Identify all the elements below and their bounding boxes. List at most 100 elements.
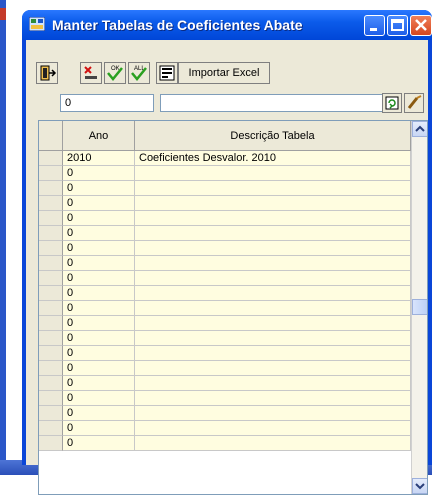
row-indicator[interactable] [39, 331, 63, 346]
coefficient-tables-grid[interactable]: Ano Descrição Tabela 2010 Coeficientes De… [38, 120, 428, 495]
table-row[interactable]: 0 [39, 331, 411, 346]
cell-descricao[interactable] [135, 211, 411, 226]
cell-descricao[interactable] [135, 391, 411, 406]
scroll-down-button[interactable] [412, 478, 427, 494]
description-filter-input[interactable] [160, 94, 394, 112]
title-bar[interactable]: Manter Tabelas de Coeficientes Abate [22, 10, 432, 40]
row-indicator[interactable] [39, 421, 63, 436]
cell-descricao[interactable] [135, 331, 411, 346]
table-row[interactable]: 0 [39, 196, 411, 211]
table-row[interactable]: 0 [39, 181, 411, 196]
cell-descricao[interactable] [135, 256, 411, 271]
row-indicator[interactable] [39, 436, 63, 451]
table-row[interactable]: 0 [39, 286, 411, 301]
confirm-all-button[interactable]: ALL [128, 62, 150, 84]
table-row[interactable]: 0 [39, 436, 411, 451]
clear-filter-button[interactable] [404, 93, 424, 113]
cell-descricao[interactable] [135, 361, 411, 376]
vertical-scrollbar[interactable] [411, 121, 427, 494]
cell-descricao[interactable] [135, 421, 411, 436]
cell-descricao[interactable] [135, 166, 411, 181]
row-indicator[interactable] [39, 316, 63, 331]
row-indicator[interactable] [39, 391, 63, 406]
table-row[interactable]: 0 [39, 241, 411, 256]
row-indicator[interactable] [39, 376, 63, 391]
cell-ano[interactable]: 0 [63, 361, 135, 376]
cell-ano[interactable]: 0 [63, 376, 135, 391]
cell-ano[interactable]: 0 [63, 181, 135, 196]
scroll-thumb[interactable] [412, 299, 427, 315]
cell-descricao[interactable] [135, 346, 411, 361]
cell-descricao[interactable] [135, 181, 411, 196]
table-row[interactable]: 0 [39, 406, 411, 421]
table-row[interactable]: 2010 Coeficientes Desvalor. 2010 [39, 151, 411, 166]
table-row[interactable]: 0 [39, 391, 411, 406]
cell-descricao[interactable]: Coeficientes Desvalor. 2010 [135, 151, 411, 166]
column-header-descricao[interactable]: Descrição Tabela [135, 121, 411, 151]
cell-ano[interactable]: 0 [63, 421, 135, 436]
cell-ano[interactable]: 0 [63, 406, 135, 421]
cell-ano[interactable]: 0 [63, 286, 135, 301]
cell-descricao[interactable] [135, 271, 411, 286]
table-row[interactable]: 0 [39, 376, 411, 391]
table-row[interactable]: 0 [39, 256, 411, 271]
cell-ano[interactable]: 0 [63, 196, 135, 211]
cell-ano[interactable]: 0 [63, 211, 135, 226]
cell-descricao[interactable] [135, 286, 411, 301]
cell-ano[interactable]: 2010 [63, 151, 135, 166]
row-indicator[interactable] [39, 196, 63, 211]
confirm-button[interactable]: OK [104, 62, 126, 84]
table-row[interactable]: 0 [39, 211, 411, 226]
table-row[interactable]: 0 [39, 226, 411, 241]
cell-ano[interactable]: 0 [63, 331, 135, 346]
table-row[interactable]: 0 [39, 301, 411, 316]
column-header-ano[interactable]: Ano [63, 121, 135, 151]
table-row[interactable]: 0 [39, 346, 411, 361]
row-indicator[interactable] [39, 241, 63, 256]
cell-descricao[interactable] [135, 301, 411, 316]
cell-descricao[interactable] [135, 196, 411, 211]
table-row[interactable]: 0 [39, 271, 411, 286]
row-indicator[interactable] [39, 346, 63, 361]
cell-descricao[interactable] [135, 226, 411, 241]
row-indicator[interactable] [39, 181, 63, 196]
row-indicator[interactable] [39, 361, 63, 376]
row-indicator[interactable] [39, 211, 63, 226]
maximize-button[interactable] [387, 15, 408, 36]
cell-ano[interactable]: 0 [63, 436, 135, 451]
table-row[interactable]: 0 [39, 421, 411, 436]
row-indicator[interactable] [39, 226, 63, 241]
cell-descricao[interactable] [135, 316, 411, 331]
row-indicator[interactable] [39, 166, 63, 181]
table-row[interactable]: 0 [39, 166, 411, 181]
cell-ano[interactable]: 0 [63, 226, 135, 241]
table-row[interactable]: 0 [39, 361, 411, 376]
cell-ano[interactable]: 0 [63, 271, 135, 286]
row-indicator[interactable] [39, 301, 63, 316]
cell-ano[interactable]: 0 [63, 391, 135, 406]
cell-ano[interactable]: 0 [63, 346, 135, 361]
cell-descricao[interactable] [135, 436, 411, 451]
cell-ano[interactable]: 0 [63, 166, 135, 181]
cell-descricao[interactable] [135, 376, 411, 391]
delete-button[interactable] [80, 62, 102, 84]
close-button[interactable] [410, 15, 432, 36]
cell-ano[interactable]: 0 [63, 256, 135, 271]
refresh-button[interactable] [382, 93, 402, 113]
row-indicator[interactable] [39, 256, 63, 271]
cell-ano[interactable]: 0 [63, 316, 135, 331]
table-row[interactable]: 0 [39, 316, 411, 331]
minimize-button[interactable] [364, 15, 385, 36]
code-filter-input[interactable]: 0 [60, 94, 154, 112]
cell-ano[interactable]: 0 [63, 301, 135, 316]
row-indicator[interactable] [39, 271, 63, 286]
row-indicator[interactable] [39, 406, 63, 421]
scroll-up-button[interactable] [412, 121, 427, 137]
cell-descricao[interactable] [135, 406, 411, 421]
cell-descricao[interactable] [135, 241, 411, 256]
row-indicator[interactable] [39, 151, 63, 166]
cell-ano[interactable]: 0 [63, 241, 135, 256]
row-indicator[interactable] [39, 286, 63, 301]
report-button[interactable] [156, 62, 178, 84]
exit-button[interactable] [36, 62, 58, 84]
